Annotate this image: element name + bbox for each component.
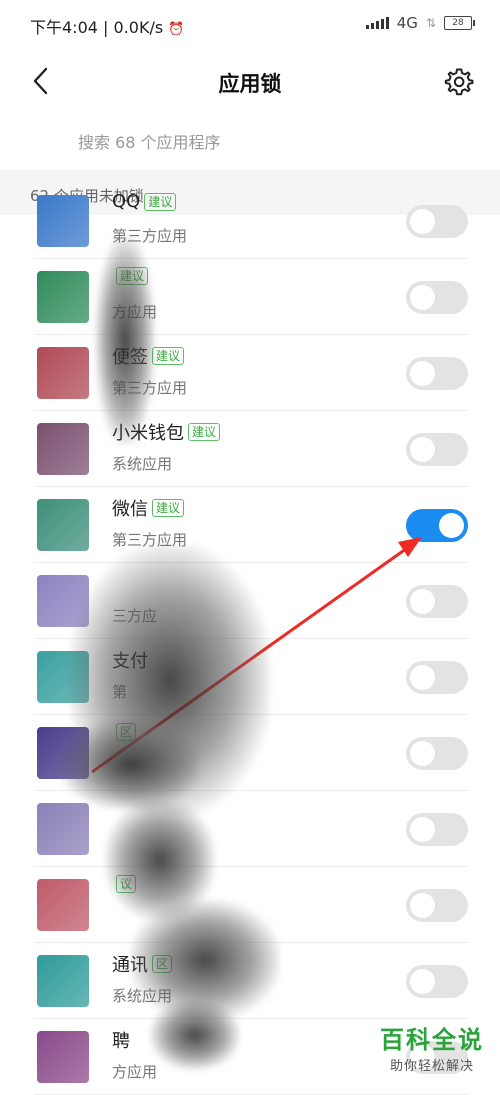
battery-icon: 28 [444, 16, 475, 30]
recommend-badge: 建议 [188, 423, 221, 441]
toggle-knob [410, 285, 435, 310]
toggle-knob [410, 209, 435, 234]
app-type: 第三方应用 [112, 531, 188, 549]
toggle-knob [410, 361, 435, 386]
list-item[interactable] [0, 791, 500, 867]
list-item[interactable]: 支付 第 [0, 639, 500, 715]
watermark-sub: 助你轻松解决 [389, 1059, 474, 1074]
toggle-knob [439, 513, 464, 538]
lock-toggle[interactable] [406, 889, 468, 922]
app-type: 系统应用 [112, 455, 173, 473]
lock-toggle[interactable] [406, 281, 468, 314]
signal-icon [365, 17, 389, 29]
app-name: 通讯 [112, 955, 148, 976]
toggle-knob [410, 817, 435, 842]
app-type: 第三方应用 [112, 379, 188, 397]
status-left: 下午4:04 | 0.0K/s ⏰ [30, 18, 185, 37]
lock-toggle[interactable] [406, 737, 468, 770]
toggle-knob [410, 589, 435, 614]
app-name: 便签 [112, 347, 148, 368]
list-item[interactable]: 议 [0, 867, 500, 943]
lock-toggle[interactable] [406, 509, 468, 542]
lock-toggle[interactable] [406, 813, 468, 846]
toggle-knob [410, 665, 435, 690]
status-bar: 下午4:04 | 0.0K/s ⏰ 4G ⇅ 28 [0, 0, 500, 46]
app-name: 聘 [112, 1031, 130, 1052]
qq-icon [37, 195, 89, 247]
jd-icon [37, 271, 89, 323]
app-type: 三方应 [112, 607, 158, 625]
battery-level: 28 [452, 18, 464, 28]
toggle-knob [410, 893, 435, 918]
recommend-badge: 建议 [152, 499, 185, 517]
lock-toggle[interactable] [406, 661, 468, 694]
app-type: 方应用 [112, 303, 158, 321]
app-name: 支付 [112, 651, 148, 672]
status-net-speed: 0.0K/s [113, 18, 164, 37]
app-name: 微信 [112, 499, 148, 520]
list-item[interactable]: 区 [0, 715, 500, 791]
recommend-badge: 建议 [152, 347, 185, 365]
toggle-knob [410, 437, 435, 462]
app-type: 系统应用 [112, 987, 173, 1005]
app-type: 第 [112, 683, 128, 701]
recommend-badge: 议 [116, 875, 137, 893]
list-item[interactable]: QQ 建议 第三方应用 [0, 183, 500, 259]
app-name: QQ [112, 191, 141, 212]
wallet-icon [37, 423, 89, 475]
recommend-badge: 区 [116, 723, 137, 741]
list-item[interactable]: 便签 建议 第三方应用 [0, 335, 500, 411]
app-type: 第三方应用 [112, 227, 188, 245]
list-item[interactable]: 通讯 区 系统应用 [0, 943, 500, 1019]
lock-toggle[interactable] [406, 433, 468, 466]
recommend-badge: 建议 [144, 192, 177, 211]
recommend-badge: 建议 [116, 267, 149, 285]
notes-icon [37, 347, 89, 399]
app-type: 方应用 [112, 1063, 158, 1081]
list-item[interactable]: 建议 方应用 [0, 259, 500, 335]
app-icon [37, 803, 89, 855]
wechat-icon [37, 499, 89, 551]
list-item[interactable]: 微信 建议 第三方应用 [0, 487, 500, 563]
lock-toggle[interactable] [406, 205, 468, 238]
contacts-icon [37, 955, 89, 1007]
message-icon [37, 879, 89, 931]
app-name: 小米钱包 [112, 423, 184, 444]
search-input[interactable]: 搜索 68 个应用程序 [78, 129, 221, 153]
network-type: 4G [396, 14, 418, 32]
gear-icon[interactable] [444, 66, 474, 96]
watermark-main: 百科全说 [380, 1026, 484, 1054]
toggle-knob [410, 741, 435, 766]
lock-toggle[interactable] [406, 585, 468, 618]
lock-toggle[interactable] [406, 357, 468, 390]
watermark-logo: 百科全说 助你轻松解决 [372, 1020, 492, 1074]
space-icon [37, 727, 89, 779]
app-icon [37, 1031, 89, 1083]
alipay-icon [37, 651, 89, 703]
app-header: 应用锁 [0, 46, 500, 116]
status-time: 下午4:04 [30, 18, 98, 37]
status-right: 4G ⇅ 28 [365, 14, 475, 32]
list-item[interactable]: 三方应 [0, 563, 500, 639]
page-title: 应用锁 [218, 72, 282, 96]
lock-toggle[interactable] [406, 965, 468, 998]
toggle-knob [410, 969, 435, 994]
list-item[interactable]: 小米钱包 建议 系统应用 [0, 411, 500, 487]
data-activity-icon: ⇅ [425, 16, 436, 30]
recommend-badge: 区 [152, 955, 173, 973]
app-icon [37, 575, 89, 627]
alarm-icon: ⏰ [168, 22, 185, 37]
